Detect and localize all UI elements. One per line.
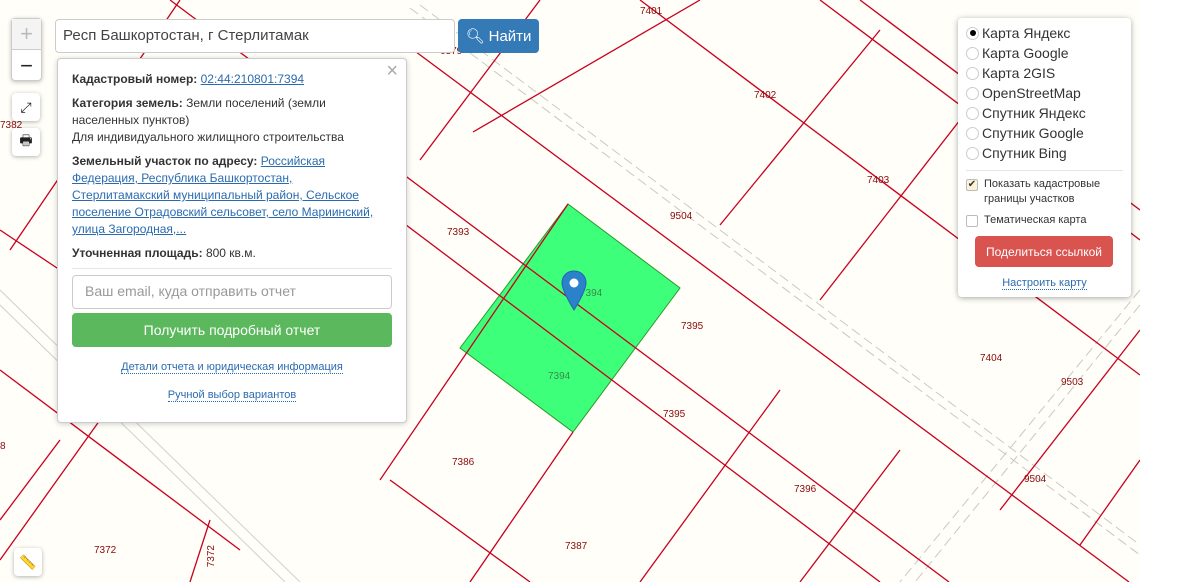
- layer-label: Спутник Яндекс: [982, 105, 1086, 121]
- printer-icon: 🖶: [19, 132, 33, 148]
- parcel-label: 7393: [447, 227, 470, 238]
- search-button-label: Найти: [488, 27, 532, 45]
- selected-parcel: [459, 203, 681, 433]
- layer-label: Карта Яндекс: [982, 25, 1071, 41]
- radio-button[interactable]: [966, 46, 979, 60]
- zoom-in-button[interactable]: +: [12, 19, 41, 50]
- checkbox-checked[interactable]: ✔: [966, 179, 978, 191]
- parcel-label: 9503: [1061, 377, 1084, 388]
- radio-button[interactable]: [966, 66, 979, 80]
- radio-button[interactable]: [966, 106, 979, 120]
- checkbox[interactable]: [966, 215, 978, 227]
- get-report-button[interactable]: Получить подробный отчет: [72, 313, 392, 347]
- parcel-label: 7386: [452, 457, 475, 468]
- parcel-label: 8: [0, 441, 6, 452]
- zoom-out-button[interactable]: −: [12, 50, 41, 81]
- cadastral-number-link[interactable]: 02:44:210801:7394: [201, 72, 304, 86]
- search-button[interactable]: 🔍︎ Найти: [458, 19, 539, 53]
- parcel-label: 7404: [980, 353, 1003, 364]
- zoom-control: + −: [11, 18, 42, 81]
- parcel-label: 9504: [670, 211, 693, 222]
- share-link-button[interactable]: Поделиться ссылкой: [975, 236, 1113, 267]
- layer-option-bing-sat[interactable]: Спутник Bing: [966, 143, 1123, 163]
- ruler-icon: 📏: [19, 553, 37, 570]
- parcel-label: 7401: [640, 6, 663, 17]
- radio-button[interactable]: [966, 126, 979, 140]
- show-borders-toggle[interactable]: ✔ Показать кадастровые границы участков: [966, 177, 1123, 207]
- ruler-button[interactable]: 📏: [14, 548, 42, 576]
- layer-label: OpenStreetMap: [982, 85, 1081, 101]
- show-borders-label: Показать кадастровые границы участков: [984, 178, 1101, 205]
- configure-map-link[interactable]: Настроить карту: [1002, 277, 1087, 290]
- layer-label: Спутник Google: [982, 125, 1084, 141]
- search-input[interactable]: Респ Башкортостан, г Стерлитамак: [55, 19, 455, 53]
- map-marker-icon[interactable]: [561, 270, 587, 312]
- layer-label: Карта 2GIS: [982, 65, 1056, 81]
- thematic-map-toggle[interactable]: Тематическая карта: [966, 213, 1123, 228]
- cadastral-label: Кадастровый номер:: [72, 72, 198, 86]
- parcel-label: 7387: [565, 541, 588, 552]
- report-details-link[interactable]: Детали отчета и юридическая информация: [121, 361, 343, 374]
- radio-button[interactable]: [966, 86, 979, 100]
- thematic-label: Тематическая карта: [984, 214, 1087, 226]
- parcel-label: 7396: [794, 484, 817, 495]
- parcel-label: 7395: [681, 321, 704, 332]
- layer-option-2gis[interactable]: Карта 2GIS: [966, 63, 1123, 83]
- email-input[interactable]: Ваш email, куда отправить отчет: [72, 275, 392, 309]
- area-label: Уточненная площадь:: [72, 246, 203, 260]
- area-value: 800 кв.м.: [205, 246, 256, 260]
- parcel-label: 7395: [663, 409, 686, 420]
- parcel-label: 7403: [867, 175, 890, 186]
- expand-icon: ⤢: [20, 98, 32, 115]
- parcel-label: 7372: [206, 545, 217, 568]
- parcel-label: 7402: [754, 90, 777, 101]
- layer-label: Карта Google: [982, 45, 1069, 61]
- close-icon[interactable]: ×: [386, 61, 398, 81]
- layer-option-yandex[interactable]: Карта Яндекс: [966, 23, 1123, 43]
- parcel-info-popup: × Кадастровый номер: 02:44:210801:7394 К…: [57, 58, 407, 423]
- parcel-label: 9504: [1024, 474, 1047, 485]
- radio-button[interactable]: [966, 26, 979, 40]
- divider: [966, 170, 1123, 171]
- parcel-label: 7372: [94, 545, 117, 556]
- fullscreen-button[interactable]: ⤢: [12, 93, 40, 121]
- layer-option-yandex-sat[interactable]: Спутник Яндекс: [966, 103, 1123, 123]
- layer-switcher: Карта Яндекс Карта Google Карта 2GIS Ope…: [958, 18, 1131, 297]
- print-button[interactable]: 🖶: [12, 128, 40, 156]
- radio-button[interactable]: [966, 146, 979, 160]
- usage-value: Для индивидуального жилищного строительс…: [72, 130, 344, 144]
- category-label: Категория земель:: [72, 96, 183, 110]
- layer-option-google-sat[interactable]: Спутник Google: [966, 123, 1123, 143]
- manual-selection-link[interactable]: Ручной выбор вариантов: [167, 389, 297, 402]
- layer-label: Спутник Bing: [982, 145, 1067, 161]
- layer-option-google[interactable]: Карта Google: [966, 43, 1123, 63]
- search-icon: 🔍︎: [465, 28, 485, 45]
- parcel-label: 7394: [548, 371, 571, 382]
- address-label: Земельный участок по адресу:: [72, 154, 258, 168]
- layer-option-osm[interactable]: OpenStreetMap: [966, 83, 1123, 103]
